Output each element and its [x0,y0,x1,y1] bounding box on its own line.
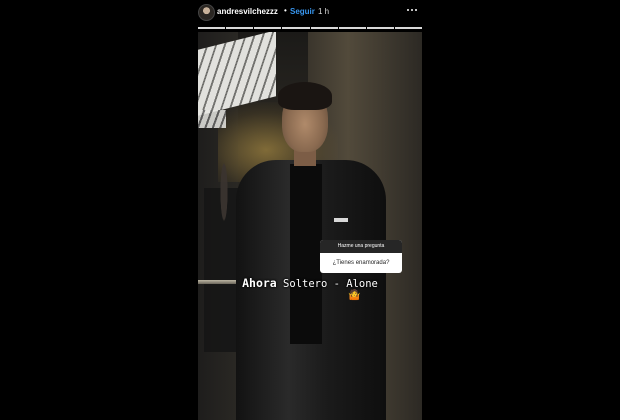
question-sticker[interactable]: Hazme una pregunta ¿Tienes enamorada? [320,240,402,273]
story-progress-bar [198,27,422,29]
avatar[interactable] [198,4,215,21]
story-photo[interactable]: Hazme una pregunta ¿Tienes enamorada? Ah… [198,32,422,420]
progress-segment [254,27,282,29]
progress-segment [338,27,366,29]
story-caption: Ahora Soltero - Alone [198,276,422,290]
progress-segment [226,27,254,29]
question-sticker-answer: ¿Tienes enamorada? [332,260,390,266]
person-hair [278,82,332,110]
ceiling-light-reflection [198,110,226,128]
story-header: andresvilchezzz • Seguir 1 h [198,3,422,23]
more-dots-icon[interactable] [405,5,419,15]
pocket-square [334,218,348,222]
story-viewer: andresvilchezzz • Seguir 1 h Hazme una p… [0,0,620,420]
question-sticker-header: Hazme una pregunta [320,240,402,253]
progress-segment [310,27,338,29]
shrug-emoji-icon: 🤷 [348,290,361,301]
progress-segment [198,27,226,29]
progress-segment [366,27,394,29]
person-shirt [290,164,322,344]
caption-lead: Ahora [242,276,277,290]
progress-segment [282,27,310,29]
follow-button[interactable]: Seguir [290,7,315,16]
separator-dot: • [284,6,287,15]
username[interactable]: andresvilchezzz [217,7,278,16]
timestamp: 1 h [318,7,330,16]
progress-segment [394,27,422,29]
caption-rest: Soltero - Alone [276,278,378,290]
